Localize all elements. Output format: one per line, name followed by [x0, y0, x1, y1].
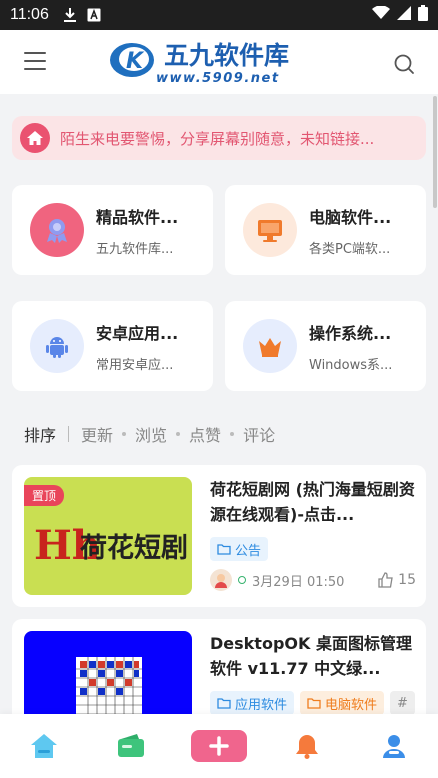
category-title: 精品软件...	[96, 207, 179, 227]
tag-more[interactable]: #	[390, 691, 415, 715]
category-desc: 各类PC端软...	[309, 241, 391, 257]
online-indicator	[238, 576, 246, 584]
post-card[interactable]: DesktopOK 桌面图标管理软件 v11.77 中文绿... 应用软件 电脑…	[12, 619, 426, 749]
sort-bar: 排序 更新 浏览 点赞 评论	[24, 422, 275, 446]
user-icon	[383, 735, 406, 758]
sort-option-comments[interactable]: 评论	[243, 422, 275, 446]
wallet-icon	[118, 734, 145, 757]
badge-icon	[30, 203, 84, 257]
tag-label: #	[397, 695, 408, 711]
pinned-badge: 置顶	[24, 485, 65, 506]
tag-list: 公告	[210, 537, 274, 561]
tag-label: 电脑软件	[325, 697, 378, 713]
tab-profile[interactable]	[364, 726, 424, 766]
post-date: 3月29日 01:50	[252, 574, 345, 590]
post-title[interactable]: DesktopOK 桌面图标管理软件 v11.77 中文绿...	[210, 631, 416, 681]
sort-option-views[interactable]: 浏览	[135, 422, 167, 446]
folder-icon	[217, 544, 231, 555]
download-icon	[63, 7, 77, 23]
category-title: 操作系统...	[309, 323, 392, 343]
divider	[68, 426, 70, 442]
scrollbar[interactable]	[433, 96, 437, 208]
logo-letter: K	[126, 49, 145, 74]
wifi-icon	[372, 5, 390, 24]
category-desc: 常用安卓应...	[96, 357, 174, 373]
search-icon[interactable]	[392, 52, 416, 76]
android-icon	[30, 319, 84, 373]
like-count: 15	[398, 572, 416, 588]
tag-list: 应用软件 电脑软件 #	[210, 691, 416, 715]
battery-icon	[418, 5, 428, 25]
tab-publish[interactable]	[189, 726, 249, 766]
tag-announcement[interactable]: 公告	[210, 537, 269, 561]
sort-option-update[interactable]: 更新	[81, 422, 113, 446]
status-time: 11:06	[10, 6, 49, 23]
tab-home[interactable]	[14, 726, 74, 766]
tag-label: 应用软件	[235, 697, 288, 713]
tab-wallet[interactable]	[101, 726, 161, 766]
category-desc: Windows系...	[309, 357, 393, 373]
thumb-text: 荷花短剧	[80, 533, 188, 564]
post-meta: 3月29日 01:50 15	[210, 569, 416, 591]
bottom-tab-bar	[0, 714, 438, 778]
category-card-android[interactable]: 安卓应用... 常用安卓应...	[12, 301, 213, 391]
status-bar: 11:06	[0, 0, 438, 30]
category-desc: 五九软件库...	[96, 241, 174, 257]
category-card-pc[interactable]: 电脑软件... 各类PC端软...	[225, 185, 426, 275]
site-logo[interactable]: K 五九软件库 www.5909.net	[108, 38, 328, 86]
category-card-premium[interactable]: 精品软件... 五九软件库...	[12, 185, 213, 275]
bell-icon	[295, 735, 318, 759]
post-card[interactable]: K Hh 荷花短剧 置顶 荷花短剧网 (热门海量短剧资源在线观看)-点击... …	[12, 465, 426, 607]
post-thumbnail[interactable]: K Hh 荷花短剧 置顶	[24, 477, 192, 595]
like-button[interactable]: 15	[378, 572, 416, 588]
monitor-icon	[243, 203, 297, 257]
tag-apps[interactable]: 应用软件	[210, 691, 295, 715]
category-title: 安卓应用...	[96, 323, 179, 343]
notice-banner[interactable]: 陌生来电要警惕，分享屏幕别随意，未知链接...	[12, 116, 426, 160]
plus-icon	[190, 730, 247, 762]
home-icon	[30, 734, 57, 758]
app-header: K 五九软件库 www.5909.net	[0, 30, 438, 94]
folder-icon	[307, 698, 321, 709]
divider	[176, 432, 181, 436]
font-app-icon	[87, 8, 101, 22]
avatar[interactable]	[210, 569, 232, 591]
crown-icon	[243, 319, 297, 373]
menu-icon[interactable]	[24, 52, 46, 72]
notice-text: 陌生来电要警惕，分享屏幕别随意，未知链接...	[60, 129, 375, 148]
divider	[122, 432, 127, 436]
sort-option-likes[interactable]: 点赞	[189, 422, 221, 446]
tag-label: 公告	[235, 543, 262, 559]
category-title: 电脑软件...	[309, 207, 392, 227]
divider	[230, 432, 235, 436]
thumbs-up-icon	[378, 572, 393, 588]
logo-text: 五九软件库	[164, 41, 289, 70]
folder-icon	[217, 698, 231, 709]
tab-notifications[interactable]	[277, 726, 337, 766]
home-icon	[20, 123, 50, 153]
category-card-os[interactable]: 操作系统... Windows系...	[225, 301, 426, 391]
post-title[interactable]: 荷花短剧网 (热门海量短剧资源在线观看)-点击...	[210, 477, 416, 527]
logo-url: www.5909.net	[156, 71, 280, 86]
signal-icon	[396, 6, 412, 24]
sort-label[interactable]: 排序	[24, 422, 56, 446]
tag-pc-software[interactable]: 电脑软件	[300, 691, 385, 715]
